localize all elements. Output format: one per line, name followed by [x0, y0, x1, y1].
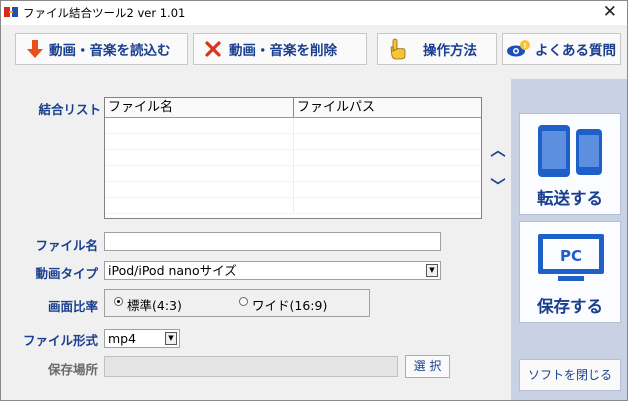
- table-row: [105, 118, 481, 134]
- video-type-value: iPod/iPod nanoサイズ: [108, 263, 237, 278]
- howto-button[interactable]: 操作方法: [377, 33, 497, 65]
- delete-media-label: 動画・音楽を削除: [229, 43, 337, 59]
- video-type-select[interactable]: iPod/iPod nanoサイズ ▼: [104, 261, 441, 280]
- down-arrow-icon: [27, 40, 43, 58]
- devices-icon: [538, 125, 602, 177]
- format-select[interactable]: mp4 ▼: [104, 329, 180, 348]
- pc-monitor-icon: PC: [538, 234, 604, 281]
- table-row: [105, 198, 481, 214]
- chevron-down-icon: ▼: [165, 332, 177, 345]
- faq-label: よくある質問: [535, 43, 616, 59]
- side-panel: 転送する PC 保存する ソフトを閉じる: [511, 79, 627, 400]
- filename-input[interactable]: [104, 232, 441, 251]
- select-folder-button[interactable]: 選 択: [405, 355, 450, 378]
- save-label: 保存する: [537, 297, 603, 316]
- window-title: ファイル結合ツール2 ver 1.01: [23, 6, 186, 20]
- svg-text:!: !: [523, 42, 526, 50]
- location-label: 保存場所: [47, 362, 98, 377]
- app-window: ファイル結合ツール2 ver 1.01 ✕ 動画・音楽を読込む 動画・音楽を削除…: [0, 0, 628, 401]
- pc-text: PC: [560, 247, 582, 265]
- load-media-button[interactable]: 動画・音楽を読込む: [15, 33, 188, 65]
- transfer-button[interactable]: 転送する: [519, 113, 621, 215]
- faq-button[interactable]: ! よくある質問: [502, 33, 621, 65]
- close-window-icon[interactable]: ✕: [603, 2, 617, 22]
- video-type-label: 動画タイプ: [35, 266, 98, 281]
- aspect-wide-radio[interactable]: [239, 297, 248, 306]
- faq-eye-icon: !: [507, 40, 530, 57]
- table-row: [105, 182, 481, 198]
- list-header: ファイル名 ファイルパス: [105, 98, 481, 118]
- column-header-filename[interactable]: ファイル名: [105, 98, 294, 117]
- close-app-button[interactable]: ソフトを閉じる: [519, 359, 621, 391]
- chevron-down-icon: ▼: [426, 264, 438, 277]
- table-row: [105, 166, 481, 182]
- aspect-standard-label[interactable]: 標準(4:3): [127, 295, 182, 314]
- app-logo-icon: [4, 7, 18, 17]
- title-bar: ファイル結合ツール2 ver 1.01 ✕: [1, 1, 627, 25]
- format-label: ファイル形式: [22, 333, 98, 348]
- aspect-wide-label[interactable]: ワイド(16:9): [252, 295, 327, 314]
- format-value: mp4: [108, 331, 137, 346]
- delete-x-icon: [205, 41, 221, 57]
- howto-label: 操作方法: [423, 43, 477, 59]
- table-row: [105, 134, 481, 150]
- load-media-label: 動画・音楽を読込む: [49, 43, 171, 59]
- aspect-standard-radio[interactable]: [114, 297, 123, 306]
- pointing-hand-icon: [390, 38, 406, 60]
- aspect-group: 標準(4:3) ワイド(16:9): [104, 289, 370, 317]
- aspect-label: 画面比率: [47, 299, 98, 314]
- table-row: [105, 150, 481, 166]
- delete-media-button[interactable]: 動画・音楽を削除: [193, 33, 367, 65]
- location-input[interactable]: [104, 356, 398, 377]
- move-down-icon[interactable]: ﹀: [490, 175, 506, 195]
- transfer-label: 転送する: [537, 189, 603, 208]
- column-header-filepath[interactable]: ファイルパス: [294, 98, 481, 117]
- merge-list-label: 結合リスト: [38, 102, 101, 117]
- move-up-icon[interactable]: ︿: [490, 139, 506, 159]
- filename-label: ファイル名: [35, 238, 98, 253]
- merge-list[interactable]: ファイル名 ファイルパス: [104, 97, 482, 219]
- save-button[interactable]: PC 保存する: [519, 221, 621, 323]
